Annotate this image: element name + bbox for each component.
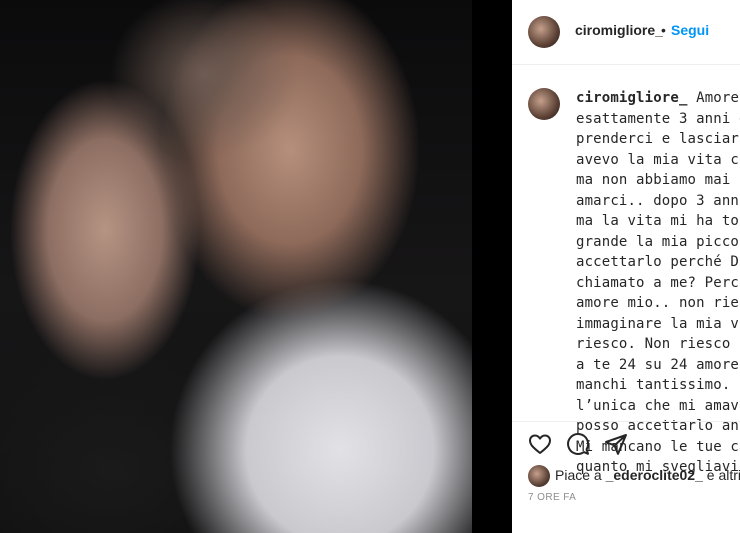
- follow-separator: •: [661, 22, 666, 38]
- caption-line: ma la vita mi ha tolto l’amor: [576, 213, 740, 229]
- post-details-panel: ciromigliore_ • Segui ciromigliore_ Amor…: [512, 0, 740, 533]
- caption-line: grande la mia piccola. Non: [576, 233, 740, 250]
- liker-username[interactable]: _ederoclite02_: [606, 467, 703, 483]
- liker-avatar[interactable]: [528, 465, 550, 487]
- heart-icon[interactable]: [528, 432, 552, 456]
- author-avatar[interactable]: [528, 16, 560, 48]
- caption-author-avatar[interactable]: [528, 88, 560, 120]
- share-icon[interactable]: [604, 432, 628, 456]
- likes-prefix: Piace a: [555, 467, 602, 483]
- caption-username[interactable]: ciromigliore_: [576, 90, 688, 106]
- post-photo[interactable]: [0, 0, 472, 533]
- follow-button[interactable]: Segui: [671, 22, 709, 38]
- photo-panel-divider: [472, 0, 512, 533]
- post-header: ciromigliore_ • Segui: [512, 0, 740, 65]
- post-caption: ciromigliore_ Amore mio.., esattamente 3…: [576, 88, 740, 478]
- caption-line: manchi tantissimo. Eri l’unic: [576, 377, 740, 393]
- caption-line: accettarlo perché Dio non r: [576, 254, 740, 270]
- caption-line: Amore mio..,: [696, 90, 740, 106]
- caption-line: riesco. Non riesco più a dor: [576, 336, 740, 352]
- caption-line: chiamato a me? Perché pro: [576, 274, 740, 291]
- post-action-bar: [512, 421, 740, 462]
- author-username[interactable]: ciromigliore_: [575, 22, 663, 38]
- caption-line: amarci.. dopo 3 anni ti stav: [576, 192, 740, 209]
- post-timestamp[interactable]: 7 ORE FA: [528, 492, 576, 503]
- caption-line: immaginare la mia vita senz: [576, 315, 740, 332]
- caption-line: avevo la mia vita come tu a: [576, 151, 740, 168]
- caption-line: prenderci e lasciarsi in cont: [576, 131, 740, 147]
- likes-text: Piace a _ederoclite02_ e altri 3: [555, 467, 740, 483]
- caption-line: amore mio.. non riesco più: [576, 295, 740, 311]
- caption-line: esattamente 3 anni di noi, 3: [576, 110, 740, 127]
- caption-line: ma non abbiamo mai smess: [576, 172, 740, 188]
- caption-line: l’unica che mi amava veram: [576, 397, 740, 414]
- comment-icon[interactable]: [566, 432, 590, 456]
- likes-others[interactable]: e altri 3: [707, 467, 740, 483]
- caption-line: a te 24 su 24 amore mio, m: [576, 356, 739, 373]
